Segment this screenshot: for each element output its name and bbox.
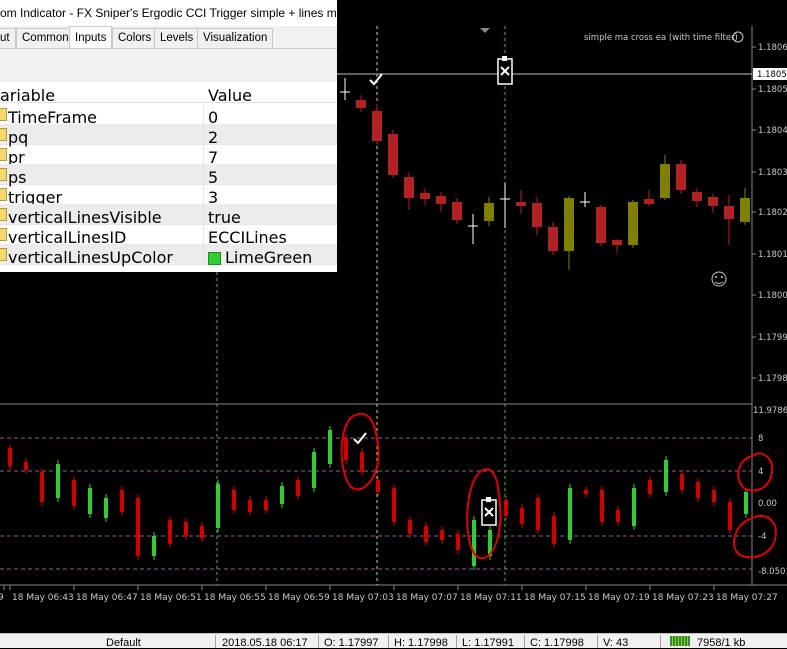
param-row-ps[interactable]: ps 5: [0, 164, 337, 187]
time-tick-label: 18 May 07:23: [652, 593, 714, 603]
candle: [708, 197, 718, 206]
column-variable[interactable]: ariable: [0, 86, 55, 105]
candle: [564, 198, 574, 251]
candle: [676, 164, 686, 190]
param-icon: [0, 188, 7, 201]
param-icon: [0, 108, 7, 121]
tab-visualization[interactable]: Visualization: [197, 28, 274, 48]
candle: [516, 202, 526, 206]
candle: [532, 203, 542, 227]
candle: [660, 164, 670, 198]
sub-tick-label: -4: [758, 532, 766, 542]
sub-tick-label: 11.9786: [753, 406, 787, 416]
candle: [644, 199, 654, 204]
param-icon: [0, 168, 7, 181]
dialog-tabs: ut Common Inputs Colors Levels Visualiza…: [0, 26, 337, 49]
candle: [628, 202, 638, 245]
candle: [388, 134, 398, 175]
color-swatch: [208, 252, 221, 265]
candle: [452, 202, 462, 220]
status-low: L: 1.17991: [462, 637, 514, 649]
tab-levels[interactable]: Levels: [154, 28, 200, 48]
price-tick-label: 1.18035: [758, 168, 787, 178]
price-tick-label: 1.18045: [758, 126, 787, 136]
tab-colors[interactable]: Colors: [112, 28, 158, 48]
param-icon: [0, 248, 7, 261]
price-tick-label: 1.18005: [758, 291, 787, 301]
candle: [404, 177, 414, 198]
time-tick-label: 18 May 06:51: [140, 593, 202, 603]
status-bar: Default 2018.05.18 06:17 O: 1.17997 H: 1…: [0, 633, 787, 649]
window-title: om Indicator - FX Sniper's Ergodic CCI T…: [0, 6, 344, 20]
tab-common[interactable]: Common: [16, 28, 75, 48]
param-value: LimeGreen: [225, 248, 313, 267]
status-open: O: 1.17997: [324, 637, 379, 649]
param-row-pq[interactable]: pq 2: [0, 124, 337, 147]
candle: [612, 240, 622, 245]
column-value[interactable]: Value: [208, 86, 252, 105]
candle: [596, 207, 606, 243]
sub-tick-label: 8: [758, 434, 763, 444]
tab-about[interactable]: ut: [0, 28, 16, 48]
candle: [740, 198, 750, 222]
time-tick-label: 18 May 07:03: [332, 593, 394, 603]
price-tick-label: 1.18050: [758, 85, 787, 95]
current-price-label: 1.18059: [757, 70, 787, 80]
time-tick-label: 18 May 06:55: [204, 593, 266, 603]
time-tick-label: 9: [0, 593, 4, 603]
connection-icon: [670, 636, 690, 646]
status-high: H: 1.17998: [394, 637, 448, 649]
param-row-pr[interactable]: pr 7: [0, 144, 337, 167]
sub-close-marker-icon: [481, 497, 497, 526]
time-tick-label: 18 May 07:15: [524, 593, 586, 603]
status-close: C: 1.17998: [530, 637, 584, 649]
param-icon: [0, 148, 7, 161]
time-tick-label: 18 May 07:27: [716, 593, 778, 603]
status-traffic: 7958/1 kb: [697, 637, 746, 649]
inputs-grid: ariable Value TimeFrame 0 pq 2 pr 7 ps 5…: [0, 82, 337, 272]
candle: [436, 196, 446, 204]
candle: [548, 227, 558, 251]
window-title-bar: om Indicator - FX Sniper's Ergodic CCI T…: [0, 0, 343, 26]
expert-label: simple ma cross ea (with time filter): [584, 33, 738, 43]
price-tick-label: 1.18015: [758, 250, 787, 260]
candle: [724, 206, 734, 219]
param-row-vertical-lines-visible[interactable]: verticalLinesVisible true: [0, 204, 337, 227]
time-tick-label: 18 May 07:19: [588, 593, 650, 603]
grid-header: ariable Value: [0, 82, 337, 105]
param-icon: [0, 228, 7, 241]
param-value-color[interactable]: LimeGreen: [208, 248, 312, 267]
sub-tick-label: 0.00: [758, 499, 777, 509]
price-axis: 1.18060 1.18050 1.18045 1.18035 1.18025 1.180…: [752, 43, 787, 384]
time-tick-label: 18 May 06:59: [268, 593, 330, 603]
status-datetime: 2018.05.18 06:17: [222, 637, 308, 649]
candle: [372, 111, 382, 141]
price-tick-label: 1.18025: [758, 208, 787, 218]
time-tick-label: 18 May 07:11: [460, 593, 522, 603]
close-marker-icon: [497, 56, 513, 85]
param-name: verticalLinesUpColor: [8, 248, 173, 267]
sub-tick-label: -8.0501: [758, 567, 787, 577]
param-row-vertical-lines-up-color[interactable]: verticalLinesUpColor LimeGreen: [0, 244, 337, 267]
candle: [356, 100, 366, 108]
candle: [420, 193, 430, 199]
status-volume: V: 43: [603, 637, 629, 649]
status-profile[interactable]: Default: [106, 637, 141, 649]
price-tick-label: 1.17985: [758, 374, 787, 384]
time-tick-label: 18 May 06:47: [76, 593, 138, 603]
param-row-trigger[interactable]: trigger 3: [0, 184, 337, 207]
param-icon: [0, 128, 7, 141]
tab-inputs[interactable]: Inputs: [69, 26, 113, 48]
candle: [484, 203, 494, 221]
candle: [692, 192, 702, 201]
param-icon: [0, 208, 7, 221]
price-tick-label: 1.18060: [758, 43, 787, 53]
param-row-timeframe[interactable]: TimeFrame 0: [0, 104, 337, 127]
param-row-vertical-lines-id[interactable]: verticalLinesID ECCILines: [0, 224, 337, 247]
time-tick-label: 18 May 07:07: [396, 593, 458, 603]
time-tick-label: 18 May 06:43: [12, 593, 74, 603]
sub-tick-label: 4: [758, 467, 763, 477]
price-tick-label: 1.17995: [758, 333, 787, 343]
